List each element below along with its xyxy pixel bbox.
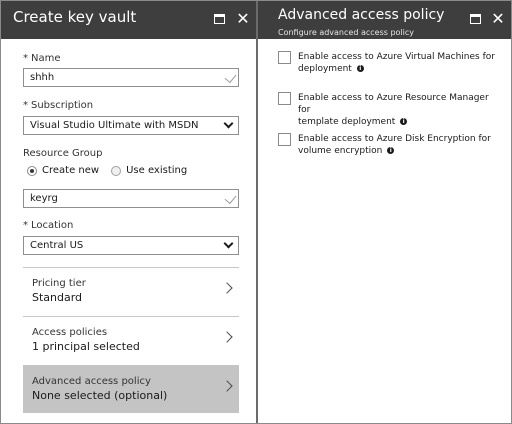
chevron-right-icon — [221, 380, 233, 392]
option-disk-encryption: Enable access to Azure Disk Encryption f… — [278, 133, 498, 157]
maximize-icon[interactable] — [468, 12, 482, 26]
advanced-access-policy-item[interactable]: Advanced access policy None selected (op… — [23, 365, 239, 413]
blade-title: Create key vault — [13, 8, 137, 26]
radio-unselected-icon — [111, 165, 122, 176]
access-policies-item[interactable]: Access policies 1 principal selected — [23, 316, 239, 362]
info-icon[interactable]: i — [387, 147, 395, 154]
use-existing-radio[interactable]: Use existing — [111, 165, 187, 176]
location-label: * Location — [23, 220, 74, 231]
resource-group-radio-group: Create new Use existing — [27, 165, 199, 176]
chevron-down-icon — [223, 238, 234, 249]
resource-group-label: Resource Group — [23, 148, 103, 159]
blade-title: Advanced access policy — [278, 7, 445, 23]
virtual-machines-checkbox[interactable] — [278, 51, 291, 64]
resource-group-field[interactable]: keyrg — [23, 189, 239, 208]
name-field[interactable]: shhh — [23, 68, 239, 87]
radio-selected-icon — [27, 165, 37, 176]
pricing-tier-item[interactable]: Pricing tier Standard — [23, 267, 239, 313]
advanced-access-policy-blade: Advanced access policy Configure advance… — [258, 1, 511, 423]
create-key-vault-blade: Create key vault ✕ * Name shhh * Subscript… — [1, 1, 256, 423]
subscription-label: * Subscription — [23, 100, 94, 111]
blade-subtitle: Configure advanced access policy — [278, 28, 414, 37]
close-icon[interactable]: ✕ — [236, 11, 250, 27]
resource-manager-checkbox[interactable] — [278, 92, 291, 105]
blade-header: Advanced access policy Configure advance… — [258, 1, 511, 39]
location-select[interactable]: Central US — [23, 236, 239, 255]
info-icon[interactable]: i — [356, 65, 364, 72]
maximize-icon[interactable] — [212, 12, 226, 26]
chevron-right-icon — [221, 331, 233, 343]
create-new-radio[interactable]: Create new — [27, 165, 99, 176]
checkmark-icon — [224, 70, 237, 84]
subscription-select[interactable]: Visual Studio Ultimate with MSDN — [23, 116, 239, 135]
close-icon[interactable]: ✕ — [491, 11, 505, 27]
name-label: * Name — [23, 53, 61, 64]
chevron-down-icon — [223, 118, 234, 129]
blade-header: Create key vault ✕ — [1, 1, 256, 39]
chevron-right-icon — [221, 282, 233, 294]
option-virtual-machines: Enable access to Azure Virtual Machines … — [278, 51, 498, 75]
info-icon[interactable]: i — [400, 118, 408, 125]
checkmark-icon — [224, 191, 237, 205]
option-resource-manager: Enable access to Azure Resource Manager … — [278, 92, 498, 128]
disk-encryption-checkbox[interactable] — [278, 133, 291, 146]
